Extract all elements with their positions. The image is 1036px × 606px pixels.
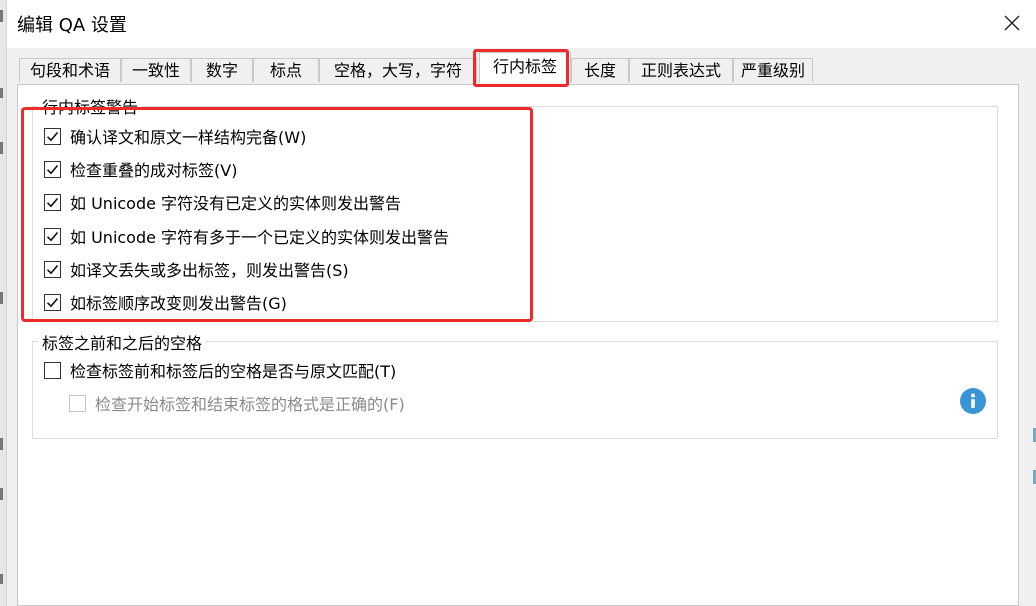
option-check-tag-spaces[interactable]: 检查标签前和标签后的空格是否与原文匹配(T) [44,358,396,382]
tab-numbers[interactable]: 数字 [191,58,253,82]
highlight-box-tab [473,49,569,87]
tab-segments-terms[interactable]: 句段和术语 [19,58,121,82]
dialog-title: 编辑 QA 设置 [17,15,127,36]
tab-punctuation[interactable]: 标点 [253,58,319,82]
option-label: 检查标签前和标签后的空格是否与原文匹配(T) [70,362,397,381]
checkbox[interactable] [44,361,61,379]
info-icon[interactable] [960,388,986,414]
checkbox[interactable] [69,394,86,412]
highlight-box-options [21,107,533,322]
title-bar: 编辑 QA 设置 [7,0,1036,48]
tag-spacing-legend: 标签之前和之后的空格 [38,330,207,354]
tab-severity[interactable]: 严重级别 [733,58,813,82]
tag-spacing-group [32,341,998,439]
tab-regex[interactable]: 正则表达式 [629,58,733,82]
tab-consistency[interactable]: 一致性 [121,58,191,82]
info-glyph [971,393,975,408]
tab-length[interactable]: 长度 [571,58,629,82]
option-label: 检查开始标签和结束标签的格式是正确的(F) [95,395,405,414]
close-icon [1004,15,1020,31]
option-check-tag-format[interactable]: 检查开始标签和结束标签的格式是正确的(F) [69,391,405,415]
tab-spaces-case-chars[interactable]: 空格，大写，字符 [319,58,477,82]
close-button[interactable] [995,6,1029,40]
